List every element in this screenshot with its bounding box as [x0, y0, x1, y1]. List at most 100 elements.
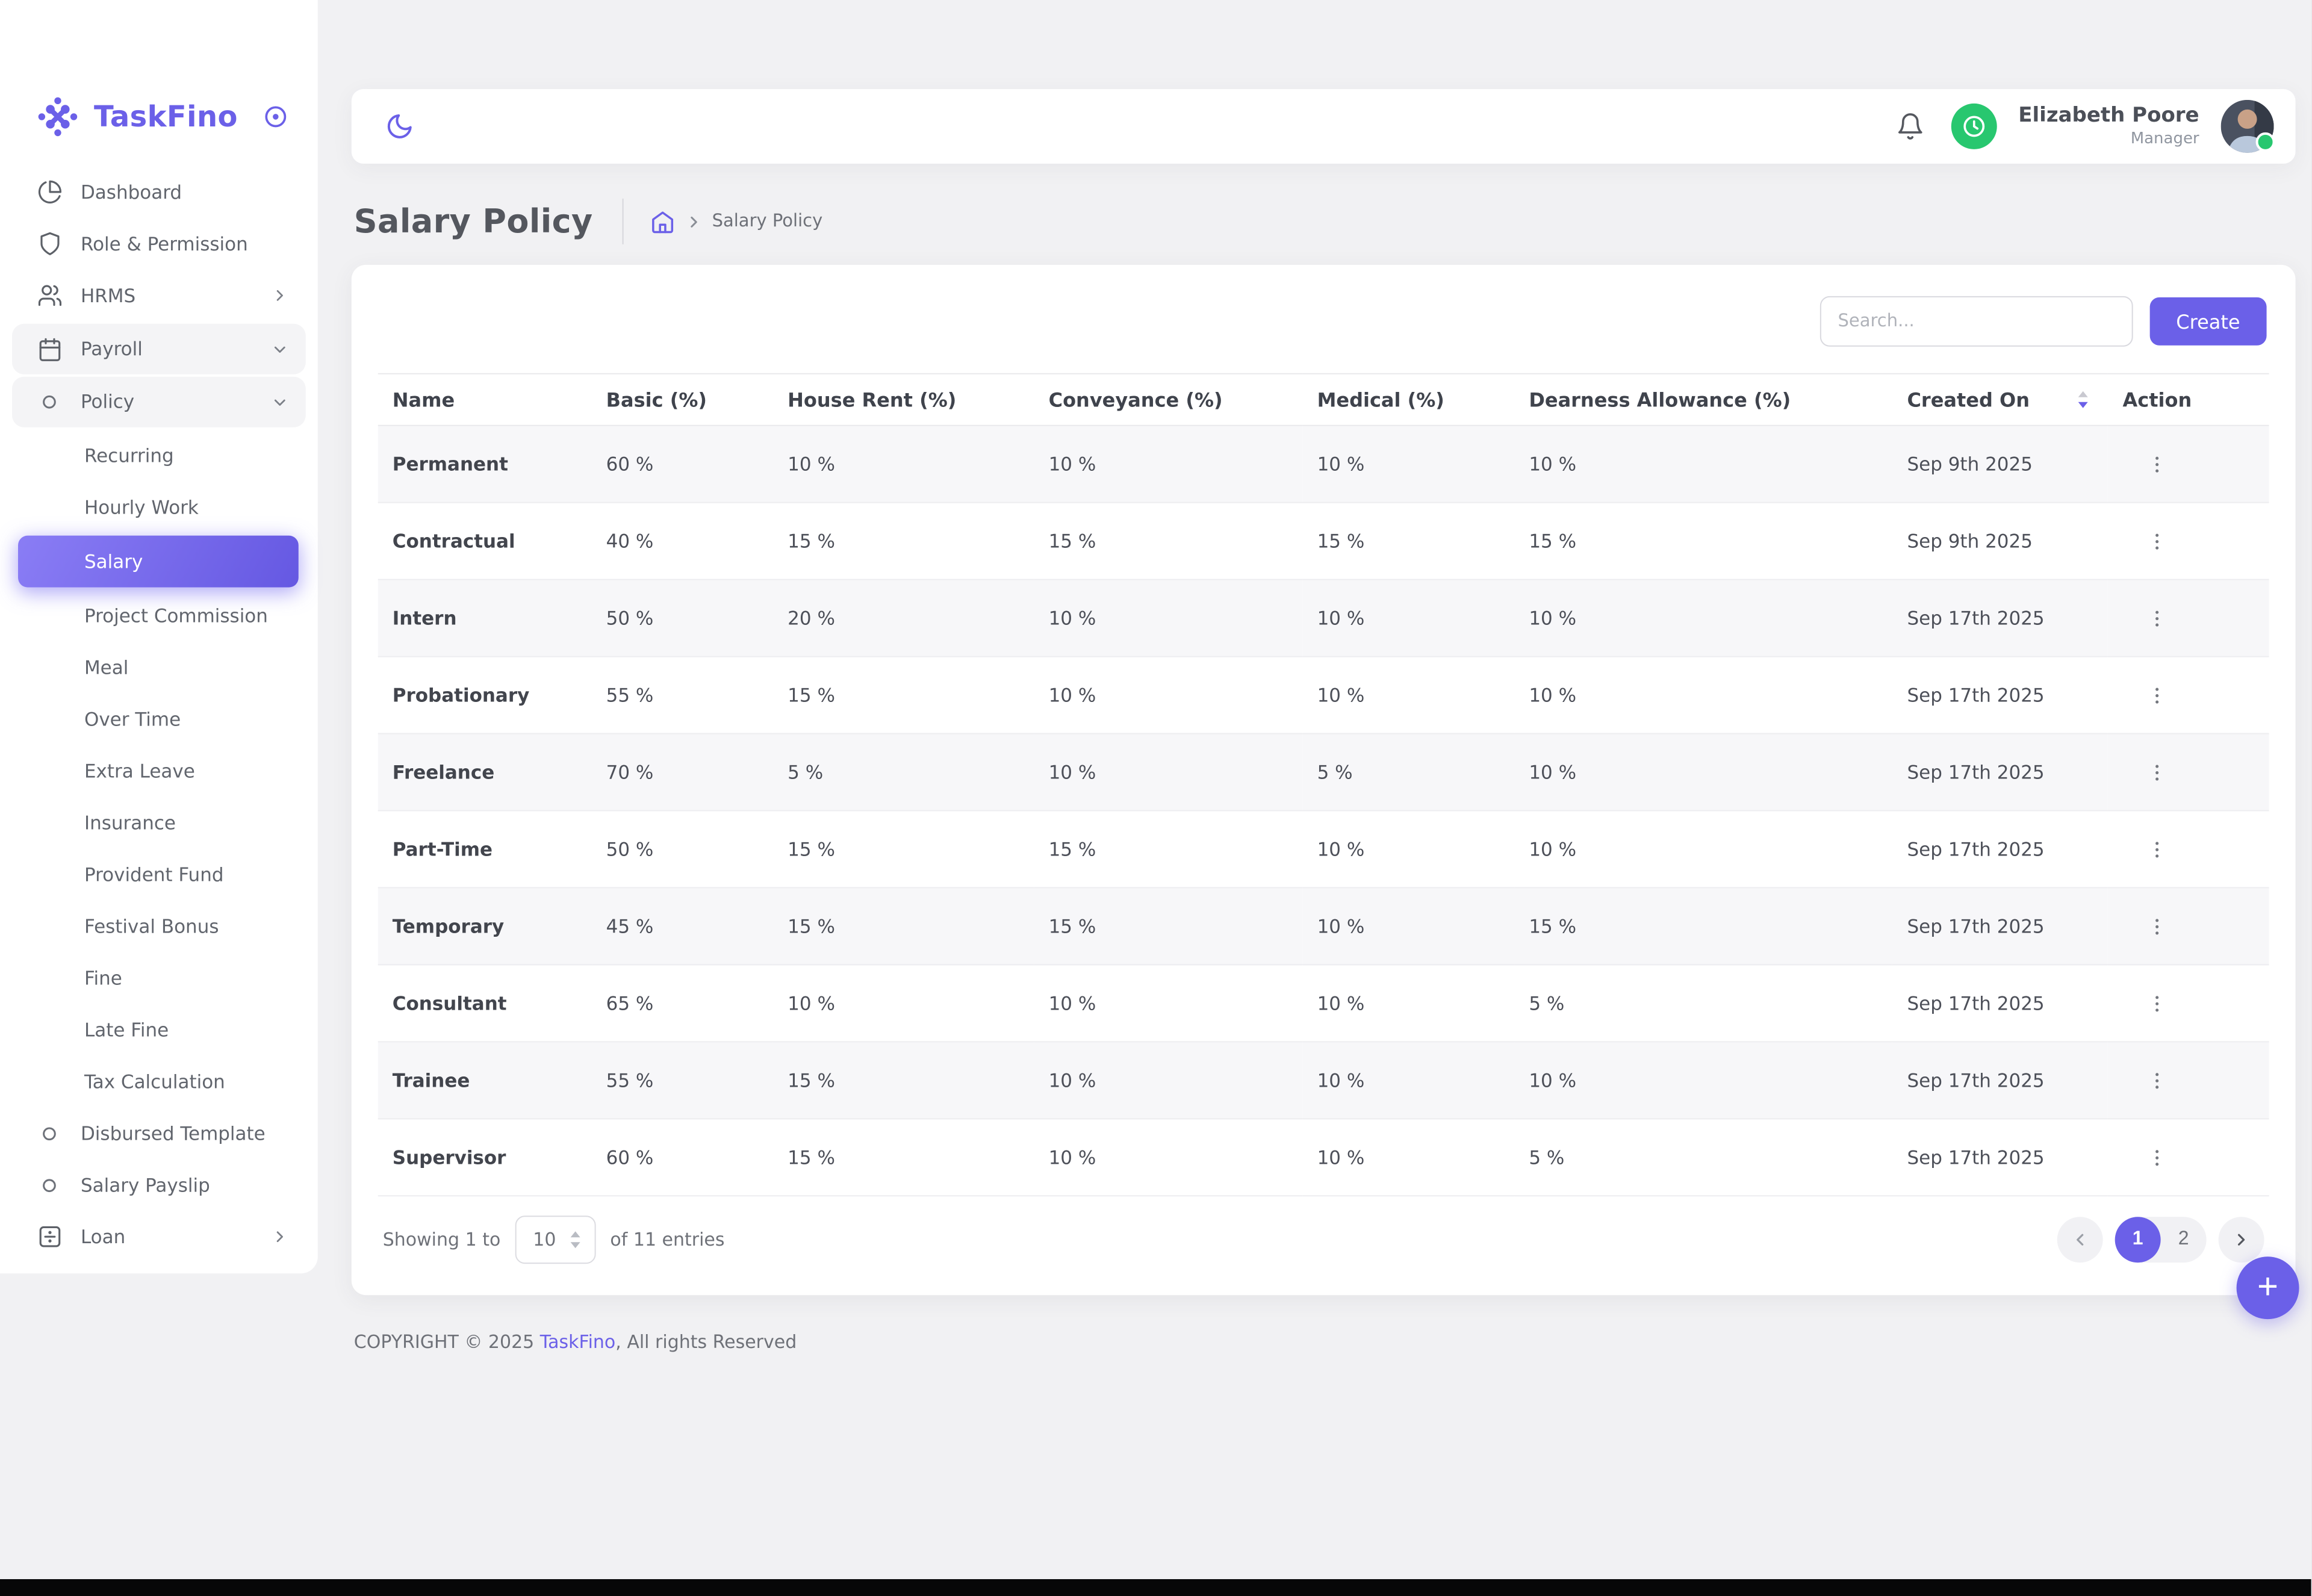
breadcrumb-home-icon[interactable] — [650, 209, 675, 234]
sidebar-subitem-label: Salary — [84, 551, 143, 573]
row-actions-menu-button[interactable] — [2140, 446, 2176, 482]
cell-name: Consultant — [378, 964, 592, 1042]
sidebar-subitem-hourly-work[interactable]: Hourly Work — [0, 482, 318, 533]
cell-dearness: 5 % — [1514, 964, 1892, 1042]
sidebar-item-hrms[interactable]: HRMS — [0, 270, 318, 321]
cell-basic: 40 % — [592, 503, 774, 580]
cell-name: Probationary — [378, 657, 592, 734]
column-label: Created On — [1907, 388, 2030, 411]
calculator-icon — [36, 1223, 63, 1250]
row-actions-menu-button[interactable] — [2140, 754, 2176, 790]
cell-basic: 55 % — [592, 657, 774, 734]
cell-conveyance: 10 % — [1034, 1042, 1303, 1119]
sidebar-item-label: Dashboard — [81, 181, 182, 203]
table-row: Supervisor60 %15 %10 %10 %5 %Sep 17th 20… — [378, 1119, 2269, 1196]
next-page-button[interactable] — [2219, 1217, 2264, 1262]
prev-page-button[interactable] — [2057, 1217, 2103, 1262]
cell-basic: 50 % — [592, 810, 774, 887]
footer-brand-link[interactable]: TaskFino — [540, 1331, 615, 1353]
cell-medical: 10 % — [1303, 810, 1515, 887]
search-input[interactable] — [1820, 296, 2133, 347]
row-actions-menu-button[interactable] — [2140, 831, 2176, 867]
sidebar-subitem-festival-bonus[interactable]: Festival Bonus — [0, 900, 318, 952]
row-actions-menu-button[interactable] — [2140, 677, 2176, 713]
page-button-1[interactable]: 1 — [2115, 1217, 2161, 1262]
sidebar-subitem-provident-fund[interactable]: Provident Fund — [0, 848, 318, 900]
cell-created: Sep 17th 2025 — [1892, 810, 2108, 887]
copyright: COPYRIGHT © 2025 TaskFino, All rights Re… — [354, 1331, 2296, 1353]
pagination: 12 — [2057, 1217, 2264, 1262]
page-numbers: 12 — [2115, 1217, 2207, 1262]
ring-icon — [36, 389, 63, 415]
cell-created: Sep 17th 2025 — [1892, 887, 2108, 964]
cell-name: Trainee — [378, 1042, 592, 1119]
sidebar-subitem-late-fine[interactable]: Late Fine — [0, 1004, 318, 1055]
cell-name: Part-Time — [378, 810, 592, 887]
page-head: Salary Policy Salary Policy — [354, 195, 2296, 248]
page-size-select[interactable]: 10 — [515, 1216, 595, 1264]
sidebar-item-policy[interactable]: Policy — [12, 377, 306, 427]
cell-house_rent: 15 % — [773, 503, 1034, 580]
sort-desc-icon[interactable] — [2076, 389, 2092, 411]
cell-house_rent: 15 % — [773, 657, 1034, 734]
sidebar-item-loan[interactable]: Loan — [0, 1211, 318, 1262]
stepper-icon — [568, 1230, 582, 1249]
table-row: Probationary55 %15 %10 %10 %10 %Sep 17th… — [378, 657, 2269, 734]
cell-action — [2108, 1119, 2269, 1196]
sidebar-item-disbursed-template[interactable]: Disbursed Template — [0, 1107, 318, 1159]
sidebar-subitem-salary[interactable]: Salary — [18, 536, 299, 588]
sidebar-subitem-recurring[interactable]: Recurring — [0, 430, 318, 482]
title-divider — [622, 199, 623, 244]
attendance-clock-button[interactable] — [1951, 104, 1997, 149]
sidebar-subitem-fine[interactable]: Fine — [0, 952, 318, 1004]
user-avatar[interactable] — [2221, 100, 2274, 153]
sidebar-subitem-extra-leave[interactable]: Extra Leave — [0, 745, 318, 797]
main-area: Elizabeth Poore Manager — [318, 0, 2311, 1353]
sidebar-subitem-tax-calculation[interactable]: Tax Calculation — [0, 1055, 318, 1107]
dark-mode-toggle[interactable] — [381, 107, 419, 146]
sidebar-toggle-icon[interactable] — [263, 104, 289, 130]
sidebar-item-payroll[interactable]: Payroll — [12, 324, 306, 374]
brand-row: TaskFino — [0, 90, 318, 143]
cell-medical: 10 % — [1303, 1042, 1515, 1119]
user-name: Elizabeth Poore — [2018, 104, 2199, 129]
cell-dearness: 15 % — [1514, 887, 1892, 964]
sidebar-item-salary-payslip[interactable]: Salary Payslip — [0, 1159, 318, 1211]
sidebar-subitem-label: Extra Leave — [84, 760, 195, 782]
page-button-2[interactable]: 2 — [2161, 1217, 2207, 1262]
cell-conveyance: 10 % — [1034, 657, 1303, 734]
notifications-button[interactable] — [1891, 107, 1929, 146]
showing-prefix: Showing 1 to — [383, 1229, 501, 1250]
calendar-icon — [36, 336, 63, 362]
column-header-basic-: Basic (%) — [592, 374, 774, 426]
showing-entries: Showing 1 to 10 of 11 entries — [383, 1216, 725, 1264]
sidebar-subitem-project-commission[interactable]: Project Commission — [0, 590, 318, 642]
column-header-created-on[interactable]: Created On — [1892, 374, 2108, 426]
sidebar-item-label: Role & Permission — [81, 233, 248, 255]
sidebar-item-label: Salary Payslip — [81, 1174, 210, 1196]
row-actions-menu-button[interactable] — [2140, 1139, 2176, 1175]
cell-basic: 55 % — [592, 1042, 774, 1119]
row-actions-menu-button[interactable] — [2140, 523, 2176, 559]
column-header-house-rent-: House Rent (%) — [773, 374, 1034, 426]
sidebar-subitem-over-time[interactable]: Over Time — [0, 694, 318, 745]
sidebar-item-role-permission[interactable]: Role & Permission — [0, 218, 318, 270]
cell-conveyance: 15 % — [1034, 810, 1303, 887]
row-actions-menu-button[interactable] — [2140, 600, 2176, 636]
table-row: Consultant65 %10 %10 %10 %5 %Sep 17th 20… — [378, 964, 2269, 1042]
online-status-dot — [2256, 132, 2275, 152]
row-actions-menu-button[interactable] — [2140, 985, 2176, 1021]
create-button[interactable]: Create — [2149, 297, 2266, 346]
cell-action — [2108, 734, 2269, 811]
sidebar-nav: Dashboard Role & Permission HRMSPayrollPol… — [0, 166, 318, 1262]
row-actions-menu-button[interactable] — [2140, 908, 2176, 944]
sidebar-subitem-meal[interactable]: Meal — [0, 642, 318, 694]
row-actions-menu-button[interactable] — [2140, 1062, 2176, 1098]
sidebar-item-dashboard[interactable]: Dashboard — [0, 166, 318, 218]
ring-icon — [36, 1120, 63, 1146]
sidebar-subitem-insurance[interactable]: Insurance — [0, 797, 318, 849]
users-icon — [36, 282, 63, 309]
column-header-dearness-allowance-: Dearness Allowance (%) — [1514, 374, 1892, 426]
cell-house_rent: 15 % — [773, 1042, 1034, 1119]
fab-add-button[interactable]: + — [2237, 1256, 2299, 1319]
